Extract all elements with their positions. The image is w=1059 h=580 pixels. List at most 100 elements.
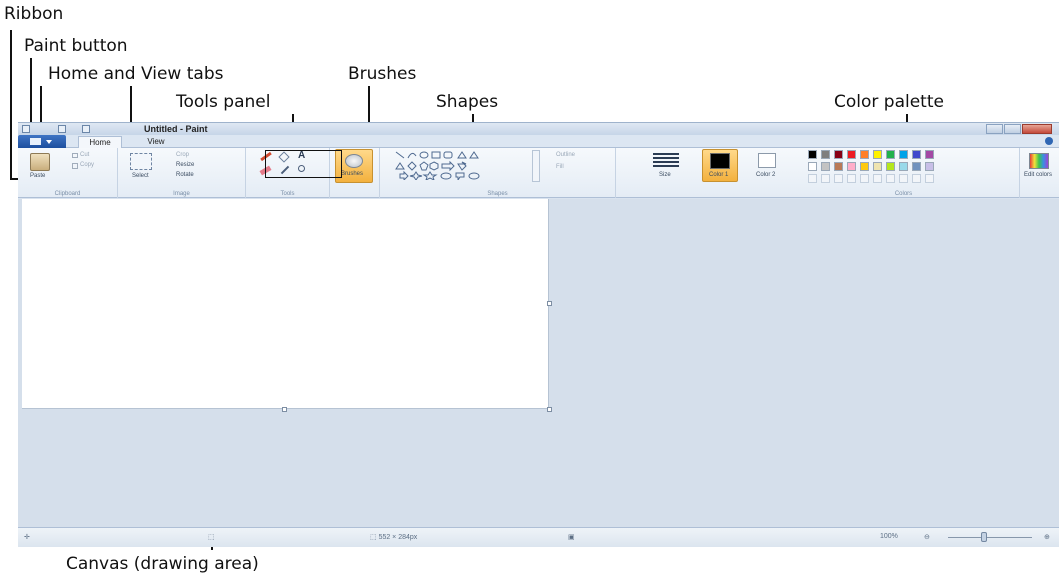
- title-bar: Untitled - Paint: [18, 123, 1059, 135]
- palette-swatch[interactable]: [834, 150, 843, 159]
- annotation-home-view-tabs: Home and View tabs: [48, 64, 224, 84]
- shapes-scroll[interactable]: [532, 150, 540, 182]
- tab-home[interactable]: Home: [78, 136, 122, 148]
- paint-button[interactable]: [18, 135, 66, 148]
- annotation-brushes: Brushes: [348, 64, 417, 84]
- color2-label[interactable]: Color 2: [756, 172, 775, 178]
- zoom-in-icon[interactable]: ⊕: [1044, 533, 1050, 541]
- image-size-text: ⬚ 552 × 284px: [370, 534, 418, 541]
- zoom-slider-track[interactable]: [948, 537, 1032, 538]
- zoom-out-icon[interactable]: ⊖: [924, 533, 930, 541]
- palette-swatch[interactable]: [808, 150, 817, 159]
- rotate-button[interactable]: Rotate: [176, 172, 194, 178]
- palette-swatch[interactable]: [873, 150, 882, 159]
- palette-swatch[interactable]: [912, 150, 921, 159]
- resize-button[interactable]: Resize: [176, 162, 194, 168]
- redo-icon[interactable]: [82, 125, 90, 133]
- canvas-resize-handle-corner[interactable]: [547, 407, 552, 412]
- palette-custom-swatch[interactable]: [860, 174, 869, 183]
- brushes-label: Brushes: [341, 171, 364, 177]
- help-icon[interactable]: [1045, 137, 1053, 145]
- size-label[interactable]: Size: [659, 172, 671, 178]
- edit-colors-group: Edit colors: [1020, 148, 1059, 198]
- color2-swatch[interactable]: [758, 153, 776, 168]
- color2-group: Color 2: [748, 148, 788, 198]
- palette-swatch[interactable]: [834, 162, 843, 171]
- annotation-tools-panel: Tools panel: [176, 92, 271, 112]
- palette-swatch[interactable]: [912, 162, 921, 171]
- cursor-position-icon: ✛: [24, 534, 30, 541]
- clipboard-label: Clipboard: [54, 191, 81, 197]
- palette-custom-swatch[interactable]: [912, 174, 921, 183]
- palette-swatch[interactable]: [925, 150, 934, 159]
- palette-swatch[interactable]: [899, 162, 908, 171]
- work-area: [18, 199, 1059, 527]
- clipboard-group: Paste Cut Copy Clipboard: [18, 148, 118, 198]
- palette-swatch[interactable]: [821, 150, 830, 159]
- paint-menu-icon: [30, 138, 41, 145]
- canvas[interactable]: [22, 199, 549, 409]
- palette-custom-swatch[interactable]: [834, 174, 843, 183]
- palette-custom-swatch[interactable]: [925, 174, 934, 183]
- crop-button[interactable]: Crop: [176, 152, 189, 158]
- minimize-button[interactable]: [986, 124, 1003, 134]
- palette-swatch[interactable]: [873, 162, 882, 171]
- palette-custom-swatch[interactable]: [821, 174, 830, 183]
- palette-swatch[interactable]: [886, 150, 895, 159]
- edit-colors-label[interactable]: Edit colors: [1024, 172, 1052, 178]
- palette-swatch[interactable]: [847, 162, 856, 171]
- palette-swatch[interactable]: [847, 150, 856, 159]
- palette-custom-swatch[interactable]: [873, 174, 882, 183]
- select-icon[interactable]: [130, 153, 152, 170]
- colors-label: Colors: [894, 191, 913, 197]
- palette-custom-swatch[interactable]: [899, 174, 908, 183]
- copy-button[interactable]: Copy: [80, 162, 94, 168]
- status-bar: ✛ ⬚ ⬚ 552 × 284px ▣ 100% ⊖ ⊕: [18, 527, 1059, 547]
- cut-button[interactable]: Cut: [80, 152, 89, 158]
- copy-icon: [72, 163, 78, 169]
- annotation-color-palette: Color palette: [834, 92, 944, 112]
- outline-button[interactable]: Outline: [556, 152, 575, 158]
- palette-swatch[interactable]: [808, 162, 817, 171]
- palette-custom-swatch[interactable]: [808, 174, 817, 183]
- leader-ribbon: [10, 30, 12, 180]
- canvas-resize-handle-bottom[interactable]: [282, 407, 287, 412]
- save-icon[interactable]: [22, 125, 30, 133]
- palette-swatch[interactable]: [821, 162, 830, 171]
- tab-view[interactable]: View: [134, 136, 178, 148]
- shapes-gallery[interactable]: [394, 150, 544, 180]
- palette-custom-swatch[interactable]: [847, 174, 856, 183]
- annotation-ribbon: Ribbon: [4, 4, 64, 24]
- chevron-down-icon: [46, 140, 52, 144]
- color1-group: Color 1: [700, 148, 740, 198]
- paste-label[interactable]: Paste: [30, 173, 45, 179]
- tab-row: Home View: [18, 135, 1059, 148]
- palette-custom-swatch[interactable]: [886, 174, 895, 183]
- paste-icon[interactable]: [30, 153, 50, 171]
- annotation-shapes: Shapes: [436, 92, 499, 112]
- colors-group: Colors: [788, 148, 1020, 198]
- palette-swatch[interactable]: [925, 162, 934, 171]
- image-size-value: 552 × 284px: [378, 534, 418, 541]
- palette-swatch[interactable]: [886, 162, 895, 171]
- select-button[interactable]: Select: [132, 173, 149, 179]
- customize-qat-icon[interactable]: [110, 125, 118, 133]
- canvas-resize-handle-right[interactable]: [547, 301, 552, 306]
- paint-window: Untitled - Paint Home View Paste Cut Cop…: [18, 122, 1059, 547]
- annotation-paint-button: Paint button: [24, 36, 128, 56]
- close-button[interactable]: [1022, 124, 1052, 134]
- annotation-canvas: Canvas (drawing area): [66, 554, 259, 574]
- zoom-slider-thumb[interactable]: [981, 532, 987, 542]
- palette-swatch[interactable]: [860, 162, 869, 171]
- palette-swatch[interactable]: [860, 150, 869, 159]
- edit-colors-icon[interactable]: [1029, 153, 1049, 169]
- size-group: Size: [646, 148, 686, 198]
- color1-label: Color 1: [709, 172, 729, 178]
- tools-label: Tools: [280, 191, 295, 197]
- shapes-label: Shapes: [487, 191, 508, 197]
- fill-button[interactable]: Fill: [556, 164, 564, 170]
- maximize-button[interactable]: [1004, 124, 1021, 134]
- size-icon[interactable]: [653, 153, 679, 167]
- undo-icon[interactable]: [58, 125, 66, 133]
- palette-swatch[interactable]: [899, 150, 908, 159]
